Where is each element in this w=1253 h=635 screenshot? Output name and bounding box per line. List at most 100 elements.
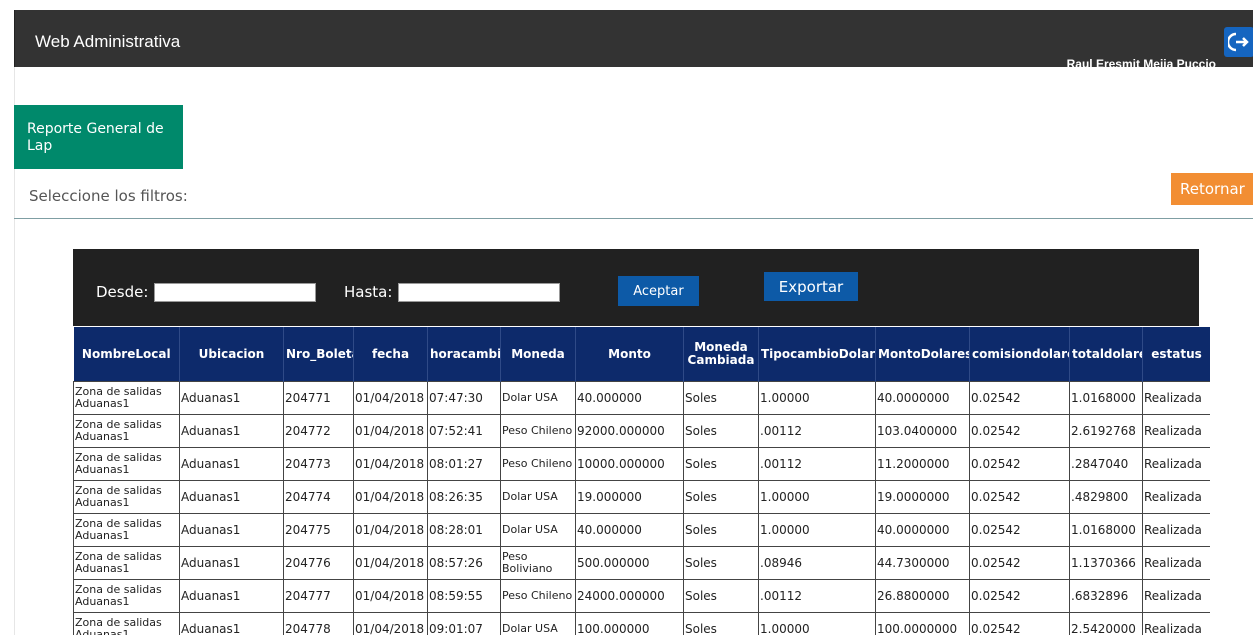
table-cell-fecha: 01/04/2018 (353, 513, 428, 547)
table-cell-monto: 19.000000 (575, 480, 684, 514)
column-header[interactable]: MontoDolares (875, 327, 970, 382)
table-cell-moneda: Dolar USA (500, 480, 576, 514)
table-cell-comisiondolares: 0.02542 (969, 579, 1070, 613)
table-cell-monto: 24000.000000 (575, 579, 684, 613)
table-cell-ubicacion: Aduanas1 (179, 513, 284, 547)
column-header[interactable]: Monto (575, 327, 684, 382)
table-cell-ubicacion: Aduanas1 (179, 579, 284, 613)
table-cell-nombrelocal: Zona de salidas Aduanas1 (73, 513, 180, 547)
column-header[interactable]: totaldolares (1069, 327, 1143, 382)
table-cell-tipocambiodolares: .00112 (758, 414, 876, 448)
table-cell-moneda: Dolar USA (500, 612, 576, 635)
table-cell-horacambio: 08:01:27 (427, 447, 501, 481)
table-cell-comisiondolares: 0.02542 (969, 480, 1070, 514)
table-cell-monto: 500.000000 (575, 546, 684, 580)
return-button[interactable]: Retornar (1171, 173, 1253, 205)
table-cell-nombrelocal: Zona de salidas Aduanas1 (73, 612, 180, 635)
table-cell-horacambio: 08:26:35 (427, 480, 501, 514)
desde-input[interactable] (154, 283, 316, 302)
logout-button[interactable] (1224, 27, 1253, 57)
table-cell-estatus: Realizada (1142, 612, 1210, 635)
table-cell-nombrelocal: Zona de salidas Aduanas1 (73, 414, 180, 448)
table-row[interactable]: Zona de salidas Aduanas1 Aduanas1 204774 01… (73, 480, 1210, 514)
table-cell-nro_boleta: 204778 (283, 612, 354, 635)
table-body: Zona de salidas Aduanas1 Aduanas1 204771 01… (73, 381, 1210, 635)
table-cell-estatus: Realizada (1142, 579, 1210, 613)
table-cell-tipocambiodolares: .00112 (758, 447, 876, 481)
table-cell-nro_boleta: 204771 (283, 381, 354, 415)
column-header[interactable]: Moneda Cambiada (683, 327, 759, 382)
table-cell-ubicacion: Aduanas1 (179, 546, 284, 580)
table-cell-horacambio: 08:28:01 (427, 513, 501, 547)
table-cell-monto: 100.000000 (575, 612, 684, 635)
table-cell-totaldolares: .6832896 (1069, 579, 1143, 613)
user-name: Raul Eresmit Mejia Puccio (1066, 57, 1216, 71)
table-cell-nro_boleta: 204772 (283, 414, 354, 448)
table-row[interactable]: Zona de salidas Aduanas1 Aduanas1 204772 01… (73, 414, 1210, 448)
column-header[interactable]: NombreLocal (73, 327, 180, 382)
table-row[interactable]: Zona de salidas Aduanas1 Aduanas1 204778 01… (73, 612, 1210, 635)
app-header: Web Administrativa Raul Eresmit Mejia Pu… (14, 10, 1253, 71)
table-cell-nombrelocal: Zona de salidas Aduanas1 (73, 447, 180, 481)
column-header[interactable]: fecha (353, 327, 428, 382)
table-cell-estatus: Realizada (1142, 381, 1210, 415)
filters-prompt: Seleccione los filtros: (29, 187, 188, 205)
results-table-container[interactable]: NombreLocal Ubicacion Nro_Boleta fecha horac… (73, 327, 1210, 635)
table-cell-totaldolares: 2.6192768 (1069, 414, 1143, 448)
table-cell-totaldolares: 1.1370366 (1069, 546, 1143, 580)
table-cell-horacambio: 07:52:41 (427, 414, 501, 448)
table-cell-horacambio: 09:01:07 (427, 612, 501, 635)
table-cell-fecha: 01/04/2018 (353, 579, 428, 613)
table-cell-moneda-cambiada: Soles (683, 480, 759, 514)
column-header[interactable]: TipocambioDolares (758, 327, 876, 382)
table-cell-tipocambiodolares: .00112 (758, 579, 876, 613)
table-cell-montodolares: 19.0000000 (875, 480, 970, 514)
table-cell-moneda: Dolar USA (500, 513, 576, 547)
table-row[interactable]: Zona de salidas Aduanas1 Aduanas1 204776 01… (73, 546, 1210, 580)
table-cell-moneda: Dolar USA (500, 381, 576, 415)
results-table: NombreLocal Ubicacion Nro_Boleta fecha horac… (73, 327, 1210, 635)
accept-button[interactable]: Aceptar (618, 276, 699, 306)
table-row[interactable]: Zona de salidas Aduanas1 Aduanas1 204771 01… (73, 381, 1210, 415)
report-tab[interactable]: Reporte General de Lap (14, 105, 183, 169)
table-cell-ubicacion: Aduanas1 (179, 480, 284, 514)
table-row[interactable]: Zona de salidas Aduanas1 Aduanas1 204773 01… (73, 447, 1210, 481)
table-row[interactable]: Zona de salidas Aduanas1 Aduanas1 204775 01… (73, 513, 1210, 547)
table-cell-nro_boleta: 204773 (283, 447, 354, 481)
table-row[interactable]: Zona de salidas Aduanas1 Aduanas1 204777 01… (73, 579, 1210, 613)
table-cell-monto: 40.000000 (575, 381, 684, 415)
table-cell-estatus: Realizada (1142, 546, 1210, 580)
table-cell-tipocambiodolares: 1.00000 (758, 381, 876, 415)
table-cell-moneda: Peso Boliviano (500, 546, 576, 580)
table-cell-comisiondolares: 0.02542 (969, 513, 1070, 547)
table-cell-moneda-cambiada: Soles (683, 414, 759, 448)
column-header[interactable]: Ubicacion (179, 327, 284, 382)
export-button[interactable]: Exportar (764, 272, 858, 301)
table-cell-estatus: Realizada (1142, 513, 1210, 547)
table-cell-moneda-cambiada: Soles (683, 546, 759, 580)
table-cell-fecha: 01/04/2018 (353, 546, 428, 580)
table-cell-nombrelocal: Zona de salidas Aduanas1 (73, 381, 180, 415)
table-cell-estatus: Realizada (1142, 480, 1210, 514)
column-header[interactable]: Moneda (500, 327, 576, 382)
column-header[interactable]: Nro_Boleta (283, 327, 354, 382)
table-cell-ubicacion: Aduanas1 (179, 447, 284, 481)
table-cell-estatus: Realizada (1142, 414, 1210, 448)
filter-panel: Desde: Hasta: Aceptar Exportar (73, 249, 1199, 326)
table-cell-comisiondolares: 0.02542 (969, 381, 1070, 415)
table-cell-monto: 40.000000 (575, 513, 684, 547)
column-header[interactable]: comisiondolares (969, 327, 1070, 382)
table-cell-nombrelocal: Zona de salidas Aduanas1 (73, 480, 180, 514)
column-header[interactable]: estatus (1142, 327, 1210, 382)
table-cell-tipocambiodolares: .08946 (758, 546, 876, 580)
hasta-input[interactable] (398, 283, 560, 302)
table-cell-fecha: 01/04/2018 (353, 414, 428, 448)
table-cell-moneda: Peso Chileno (500, 447, 576, 481)
hasta-label: Hasta: (344, 283, 393, 301)
table-cell-totaldolares: 1.0168000 (1069, 381, 1143, 415)
table-cell-ubicacion: Aduanas1 (179, 612, 284, 635)
column-header[interactable]: horacambio (427, 327, 501, 382)
table-cell-tipocambiodolares: 1.00000 (758, 480, 876, 514)
table-cell-moneda-cambiada: Soles (683, 579, 759, 613)
table-cell-montodolares: 40.0000000 (875, 513, 970, 547)
